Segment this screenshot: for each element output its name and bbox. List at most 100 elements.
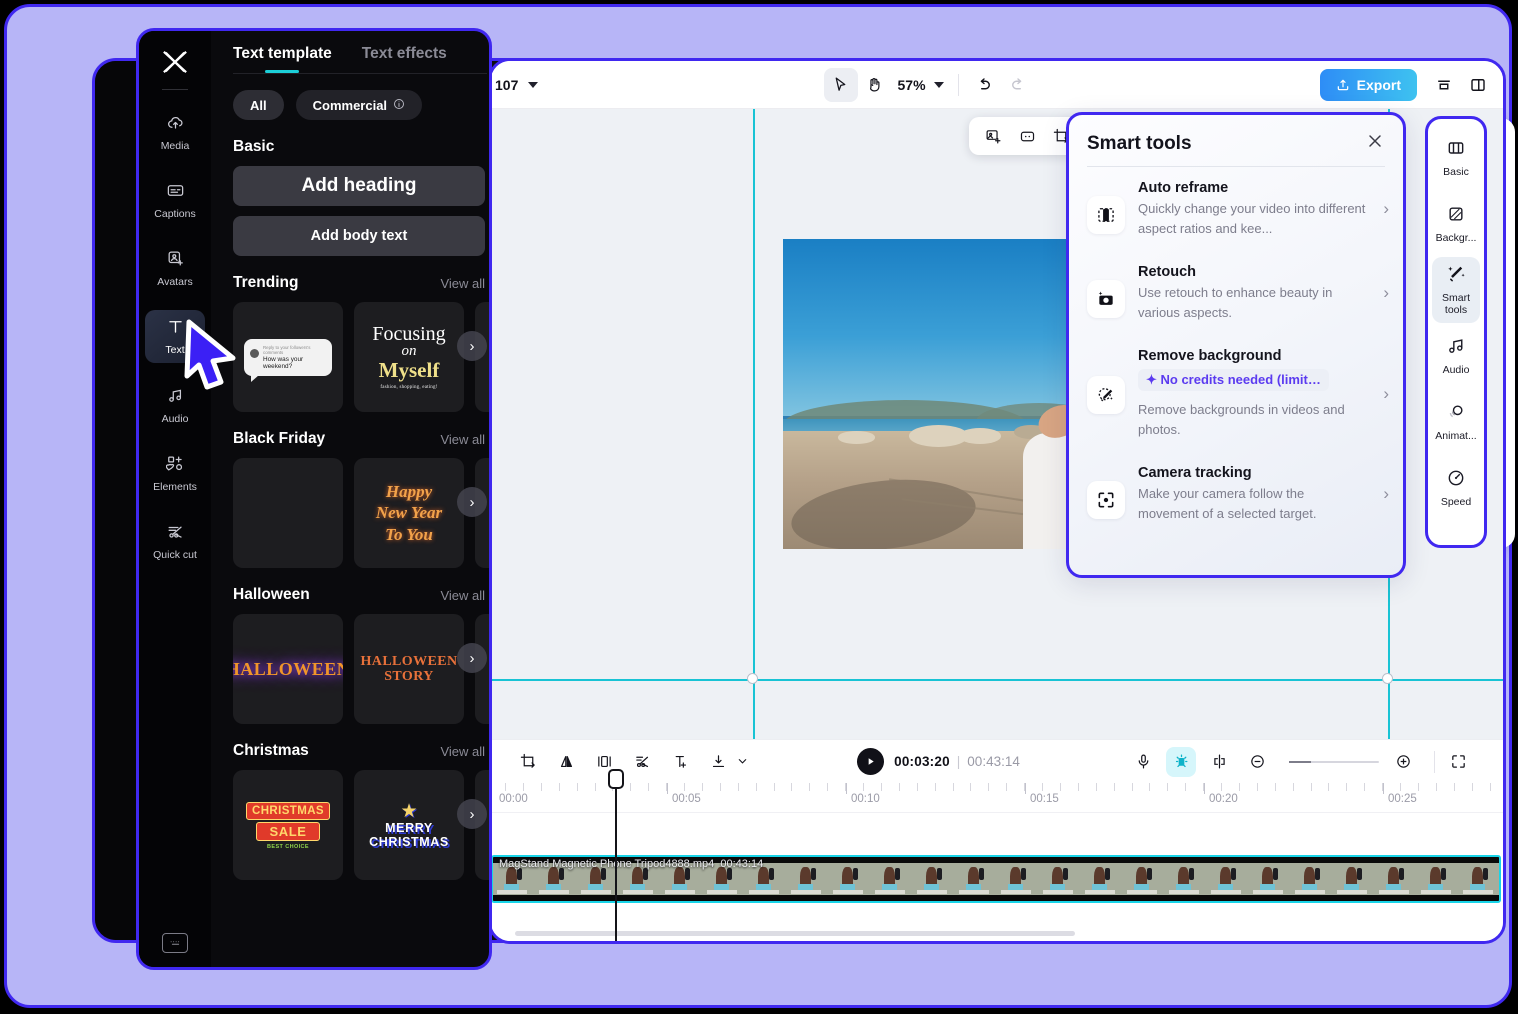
- fullscreen-icon[interactable]: [1443, 747, 1473, 777]
- chevron-right-icon[interactable]: ›: [457, 799, 487, 829]
- hand-tool-button[interactable]: [858, 68, 892, 102]
- template-row-christmas[interactable]: CHRISTMAS SALE BEST CHOICE ★ MERRY CHRIS…: [211, 760, 489, 880]
- template-text: HALLOWEEN: [233, 658, 343, 679]
- sidebar-item-quick-cut[interactable]: Quick cut: [145, 515, 205, 567]
- rock: [837, 431, 876, 444]
- chevron-right-icon[interactable]: ›: [1379, 199, 1389, 219]
- chevron-right-icon[interactable]: ›: [457, 487, 487, 517]
- tab-text-effects[interactable]: Text effects: [362, 45, 447, 73]
- sidebar-item-basic[interactable]: Basic: [1432, 125, 1480, 191]
- smart-tools-popover[interactable]: Smart tools Auto reframe Quickly change …: [1066, 112, 1406, 578]
- selection-handle[interactable]: [747, 673, 758, 684]
- video-clip[interactable]: MagStand Magnetic Phone Tripod4888.mp4 0…: [491, 855, 1501, 903]
- chevron-right-icon[interactable]: ›: [1379, 384, 1389, 404]
- zoom-out-button[interactable]: [1242, 747, 1272, 777]
- template-row-halloween[interactable]: HALLOWEEN HALLOWEEN STORY ›: [211, 604, 489, 724]
- ruler-tick: [1489, 783, 1491, 791]
- sidebar-item-label: Speed: [1440, 495, 1472, 508]
- crop-icon[interactable]: [513, 747, 543, 777]
- redo-button[interactable]: [1001, 68, 1035, 102]
- cut-icon[interactable]: [627, 747, 657, 777]
- clip-thumbnail: [955, 857, 997, 901]
- divider: [162, 89, 188, 90]
- playhead[interactable]: [608, 769, 624, 941]
- smart-tool-camera-tracking[interactable]: Camera tracking Make your camera follow …: [1069, 452, 1403, 536]
- left-rail[interactable]: Media Captions Avatars Text Audio Elemen…: [139, 31, 211, 967]
- sidebar-item-captions[interactable]: Captions: [145, 174, 205, 226]
- keyboard-icon[interactable]: [162, 933, 188, 953]
- add-body-text-button[interactable]: Add body text: [233, 216, 485, 256]
- sidebar-item-avatars[interactable]: Avatars: [145, 242, 205, 294]
- smart-tool-auto-reframe[interactable]: Auto reframe Quickly change your video i…: [1069, 167, 1403, 251]
- template-row-black-friday[interactable]: Happy New Year To You ›: [211, 448, 489, 568]
- sidebar-item-background[interactable]: Backgr...: [1432, 191, 1480, 257]
- view-all-link[interactable]: View all: [440, 588, 485, 603]
- retouch-icon: [1087, 280, 1125, 318]
- project-name-dropdown[interactable]: 107: [495, 77, 539, 93]
- info-icon[interactable]: [393, 98, 405, 113]
- panel-tabs[interactable]: Text template Text effects: [211, 31, 489, 73]
- filter-chips[interactable]: All Commercial: [211, 74, 489, 120]
- chevron-right-icon[interactable]: ›: [457, 331, 487, 361]
- filter-chip-all[interactable]: All: [233, 90, 284, 120]
- smart-tool-remove-background[interactable]: Remove background ✦ No credits needed (l…: [1069, 335, 1403, 452]
- template-item[interactable]: Happy New Year To You: [354, 458, 464, 568]
- close-icon[interactable]: [1365, 131, 1385, 156]
- selection-handle[interactable]: [1382, 673, 1393, 684]
- smart-tool-retouch[interactable]: Retouch Use retouch to enhance beauty in…: [1069, 251, 1403, 335]
- layout-button[interactable]: [1427, 68, 1461, 102]
- export-button[interactable]: Export: [1319, 68, 1418, 101]
- text-template-panel[interactable]: Text template Text effects All Commercia…: [211, 31, 489, 967]
- ruler-tick: [1167, 783, 1169, 791]
- template-text: ★ MERRY CHRISTMAS: [369, 800, 449, 849]
- template-item[interactable]: HALLOWEEN: [233, 614, 343, 724]
- transition-icon[interactable]: [1204, 747, 1234, 777]
- view-all-link[interactable]: View all: [440, 744, 485, 759]
- template-item[interactable]: Focusing on Myself fashion, shopping, ea…: [354, 302, 464, 412]
- timeline-ruler[interactable]: 00:00 00:05 00:10 00:15 00:20 00:25: [491, 783, 1503, 813]
- panel-toggle-button[interactable]: [1461, 68, 1495, 102]
- mic-icon[interactable]: [1128, 747, 1158, 777]
- view-all-link[interactable]: View all: [440, 432, 485, 447]
- zoom-level-dropdown[interactable]: 57%: [898, 77, 944, 93]
- template-row-trending[interactable]: Reply to your followers's comments How w…: [211, 292, 489, 412]
- download-dropdown-chevron-icon[interactable]: [735, 747, 749, 777]
- tab-text-template[interactable]: Text template: [233, 45, 332, 73]
- chevron-right-icon[interactable]: ›: [1379, 484, 1389, 504]
- mirror-icon[interactable]: [551, 747, 581, 777]
- auto-caption-icon[interactable]: [1166, 746, 1196, 777]
- right-sidebar[interactable]: Basic Backgr... Smart tools Audio Animat…: [1425, 116, 1487, 548]
- timeline-zoom-slider[interactable]: [1289, 760, 1379, 763]
- sidebar-item-elements[interactable]: Elements: [145, 447, 205, 499]
- timeline-horizontal-scrollbar[interactable]: [515, 931, 1075, 936]
- template-item[interactable]: CHRISTMAS SALE BEST CHOICE: [233, 770, 343, 880]
- ruler-tick: [970, 783, 972, 791]
- sidebar-item-audio[interactable]: Audio: [1432, 323, 1480, 389]
- add-heading-button[interactable]: Add heading: [233, 166, 485, 206]
- filter-chip-commercial[interactable]: Commercial: [295, 90, 423, 120]
- play-button[interactable]: [857, 748, 885, 775]
- sidebar-item-media[interactable]: Media: [145, 106, 205, 158]
- add-image-icon[interactable]: [979, 122, 1007, 150]
- caption-icon[interactable]: [1013, 122, 1041, 150]
- chevron-right-icon[interactable]: ›: [1379, 283, 1389, 303]
- undo-button[interactable]: [967, 68, 1001, 102]
- chevron-right-icon[interactable]: ›: [457, 643, 487, 673]
- template-item[interactable]: [233, 458, 343, 568]
- playhead-handle[interactable]: [608, 769, 624, 789]
- sidebar-item-speed[interactable]: Speed: [1432, 455, 1480, 521]
- zoom-in-button[interactable]: [1388, 747, 1418, 777]
- view-all-link[interactable]: View all: [440, 276, 485, 291]
- template-item[interactable]: HALLOWEEN STORY: [354, 614, 464, 724]
- template-item[interactable]: ★ MERRY CHRISTMAS: [354, 770, 464, 880]
- sidebar-item-smart-tools[interactable]: Smart tools: [1432, 257, 1480, 323]
- sidebar-item-label: Media: [160, 140, 190, 153]
- sidebar-item-animation[interactable]: Animat...: [1432, 389, 1480, 455]
- sidebar-item-label: Audio: [161, 412, 189, 425]
- add-marker-icon[interactable]: [665, 747, 695, 777]
- left-panel[interactable]: Media Captions Avatars Text Audio Elemen…: [136, 28, 492, 970]
- select-tool-button[interactable]: [823, 67, 858, 102]
- template-item[interactable]: Reply to your followers's comments How w…: [233, 302, 343, 412]
- timeline-tracks[interactable]: MagStand Magnetic Phone Tripod4888.mp4 0…: [491, 813, 1503, 941]
- download-icon[interactable]: [703, 747, 733, 777]
